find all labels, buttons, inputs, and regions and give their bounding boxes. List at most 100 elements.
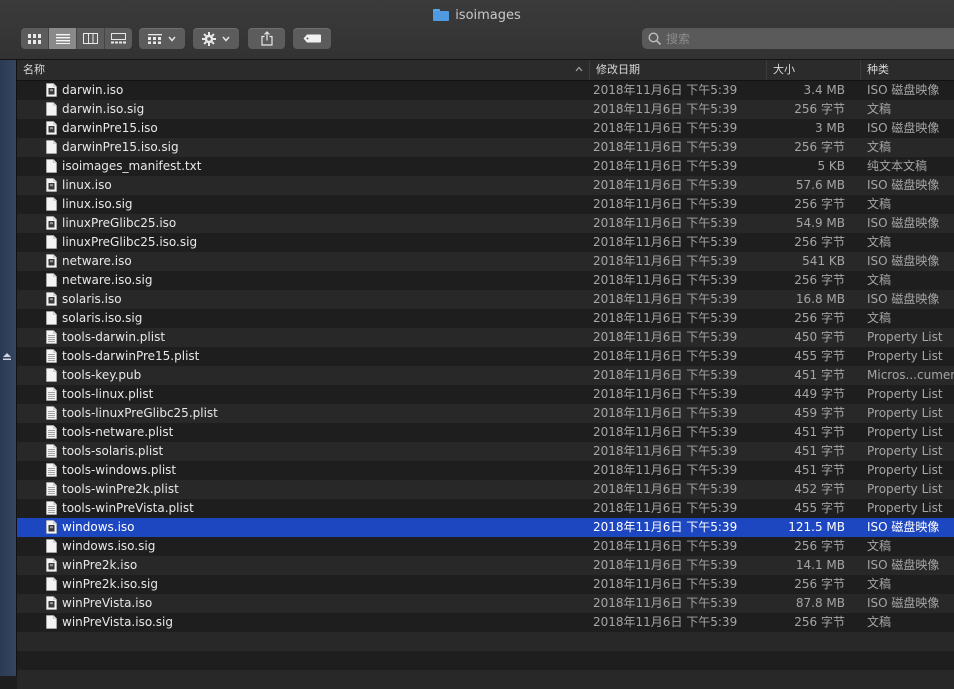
file-row[interactable]: tools-darwinPre15.plist 2018年11月6日 下午5:39… [17,347,954,366]
file-row[interactable]: solaris.iso.sig 2018年11月6日 下午5:39 256 字节 文稿 [17,309,954,328]
file-row[interactable]: linuxPreGlibc25.iso 2018年11月6日 下午5:39 54.9… [17,214,954,233]
column-header-kind-label: 种类 [867,63,889,76]
plist-file-icon [46,425,57,439]
document-file-icon [46,273,57,287]
window-title-bar: isoimages [0,6,954,24]
eject-icon[interactable] [2,352,12,362]
file-row[interactable]: linux.iso.sig 2018年11月6日 下午5:39 256 字节 文稿 [17,195,954,214]
file-size: 449 字节 [794,387,845,401]
file-row[interactable]: tools-winPreVista.plist 2018年11月6日 下午5:39… [17,499,954,518]
file-name: tools-winPre2k.plist [62,482,179,496]
file-size: 16.8 MB [795,292,845,306]
file-name: winPreVista.iso [62,596,153,610]
icon-view-button[interactable] [21,28,49,49]
file-row[interactable]: tools-linux.plist 2018年11月6日 下午5:39 449 字节… [17,385,954,404]
file-row[interactable]: darwinPre15.iso.sig 2018年11月6日 下午5:39 256 … [17,138,954,157]
sort-ascending-icon [575,66,583,72]
file-size: 57.6 MB [795,178,845,192]
file-size: 256 字节 [794,197,845,211]
file-size: 455 字节 [794,501,845,515]
file-size: 256 字节 [794,273,845,287]
file-name: solaris.iso.sig [62,311,143,325]
file-size: 452 字节 [794,482,845,496]
file-modified-date: 2018年11月6日 下午5:39 [593,178,738,192]
file-row[interactable]: darwin.iso.sig 2018年11月6日 下午5:39 256 字节 文稿 [17,100,954,119]
file-row[interactable]: tools-winPre2k.plist 2018年11月6日 下午5:39 452… [17,480,954,499]
file-name: darwin.iso.sig [62,102,145,116]
file-modified-date: 2018年11月6日 下午5:39 [593,235,738,249]
file-row[interactable]: darwin.iso 2018年11月6日 下午5:39 3.4 MB ISO 磁盘映… [17,81,954,100]
plist-file-icon [46,387,57,401]
file-row[interactable]: winPre2k.iso.sig 2018年11月6日 下午5:39 256 字节 文… [17,575,954,594]
file-row[interactable]: tools-linuxPreGlibc25.plist 2018年11月6日 下午… [17,404,954,423]
plist-file-icon [46,330,57,344]
chevron-down-icon [222,36,230,42]
search-field[interactable] [642,28,954,49]
file-row[interactable]: linux.iso 2018年11月6日 下午5:39 57.6 MB ISO 磁盘映… [17,176,954,195]
list-view-button[interactable] [49,28,77,49]
file-row[interactable]: winPreVista.iso 2018年11月6日 下午5:39 87.8 MB I… [17,594,954,613]
gallery-view-button[interactable] [105,28,132,49]
tag-button[interactable] [293,28,331,49]
file-modified-date: 2018年11月6日 下午5:39 [593,501,738,515]
search-input[interactable] [662,29,936,48]
file-size: 256 字节 [794,102,845,116]
file-size: 256 字节 [794,539,845,553]
file-row[interactable]: tools-windows.plist 2018年11月6日 下午5:39 451 … [17,461,954,480]
file-list: 名称 修改日期 大小 种类 darwin.iso 2018年11月6日 下午5:3… [17,60,954,689]
column-view-button[interactable] [77,28,105,49]
file-kind: Property List [867,425,943,439]
file-name: netware.iso [62,254,132,268]
column-header-name[interactable]: 名称 [17,60,589,80]
file-name: windows.iso [62,520,135,534]
file-row[interactable]: winPreVista.iso.sig 2018年11月6日 下午5:39 256 … [17,613,954,632]
file-modified-date: 2018年11月6日 下午5:39 [593,349,738,363]
file-row[interactable]: isoimages_manifest.txt 2018年11月6日 下午5:39 5… [17,157,954,176]
file-row[interactable]: darwinPre15.iso 2018年11月6日 下午5:39 3 MB ISO … [17,119,954,138]
file-name: netware.iso.sig [62,273,153,287]
column-header-date[interactable]: 修改日期 [589,60,766,80]
file-modified-date: 2018年11月6日 下午5:39 [593,596,738,610]
file-kind: Property List [867,330,943,344]
file-row[interactable]: solaris.iso 2018年11月6日 下午5:39 16.8 MB ISO 磁… [17,290,954,309]
file-row[interactable]: tools-netware.plist 2018年11月6日 下午5:39 451 … [17,423,954,442]
empty-row-stripe [17,632,954,651]
file-kind: Property List [867,501,943,515]
group-by-button[interactable] [139,28,185,49]
file-kind: 文稿 [867,539,892,553]
file-name: tools-darwin.plist [62,330,166,344]
share-icon [260,31,273,46]
file-kind: 文稿 [867,577,892,591]
file-row[interactable]: tools-key.pub 2018年11月6日 下午5:39 451 字节 Micr… [17,366,954,385]
file-size: 451 字节 [794,444,845,458]
iso-file-icon [46,558,57,572]
file-name: darwin.iso [62,83,124,97]
file-kind: Property List [867,349,943,363]
iso-file-icon [46,292,57,306]
file-modified-date: 2018年11月6日 下午5:39 [593,216,738,230]
list-header: 名称 修改日期 大小 种类 [17,60,954,81]
file-row[interactable]: windows.iso.sig 2018年11月6日 下午5:39 256 字节 文稿 [17,537,954,556]
action-menu-button[interactable] [193,28,239,49]
file-kind: 文稿 [867,615,892,629]
file-kind: 文稿 [867,235,892,249]
iso-file-icon [46,520,57,534]
file-row[interactable]: tools-darwin.plist 2018年11月6日 下午5:39 450 字… [17,328,954,347]
file-size: 459 字节 [794,406,845,420]
file-row[interactable]: tools-solaris.plist 2018年11月6日 下午5:39 451 … [17,442,954,461]
file-row[interactable]: linuxPreGlibc25.iso.sig 2018年11月6日 下午5:39… [17,233,954,252]
iso-file-icon [46,216,57,230]
file-size: 450 字节 [794,330,845,344]
list-icon [55,33,70,44]
iso-file-icon [46,254,57,268]
file-row[interactable]: netware.iso 2018年11月6日 下午5:39 541 KB ISO 磁盘… [17,252,954,271]
column-header-kind[interactable]: 种类 [860,60,954,80]
plist-file-icon [46,482,57,496]
file-kind: Property List [867,387,943,401]
file-row[interactable]: windows.iso 2018年11月6日 下午5:39 121.5 MB ISO … [17,518,954,537]
file-row[interactable]: netware.iso.sig 2018年11月6日 下午5:39 256 字节 文稿 [17,271,954,290]
column-header-size[interactable]: 大小 [766,60,860,80]
file-row[interactable]: winPre2k.iso 2018年11月6日 下午5:39 14.1 MB ISO … [17,556,954,575]
file-size: 541 KB [802,254,845,268]
share-button[interactable] [248,28,285,49]
